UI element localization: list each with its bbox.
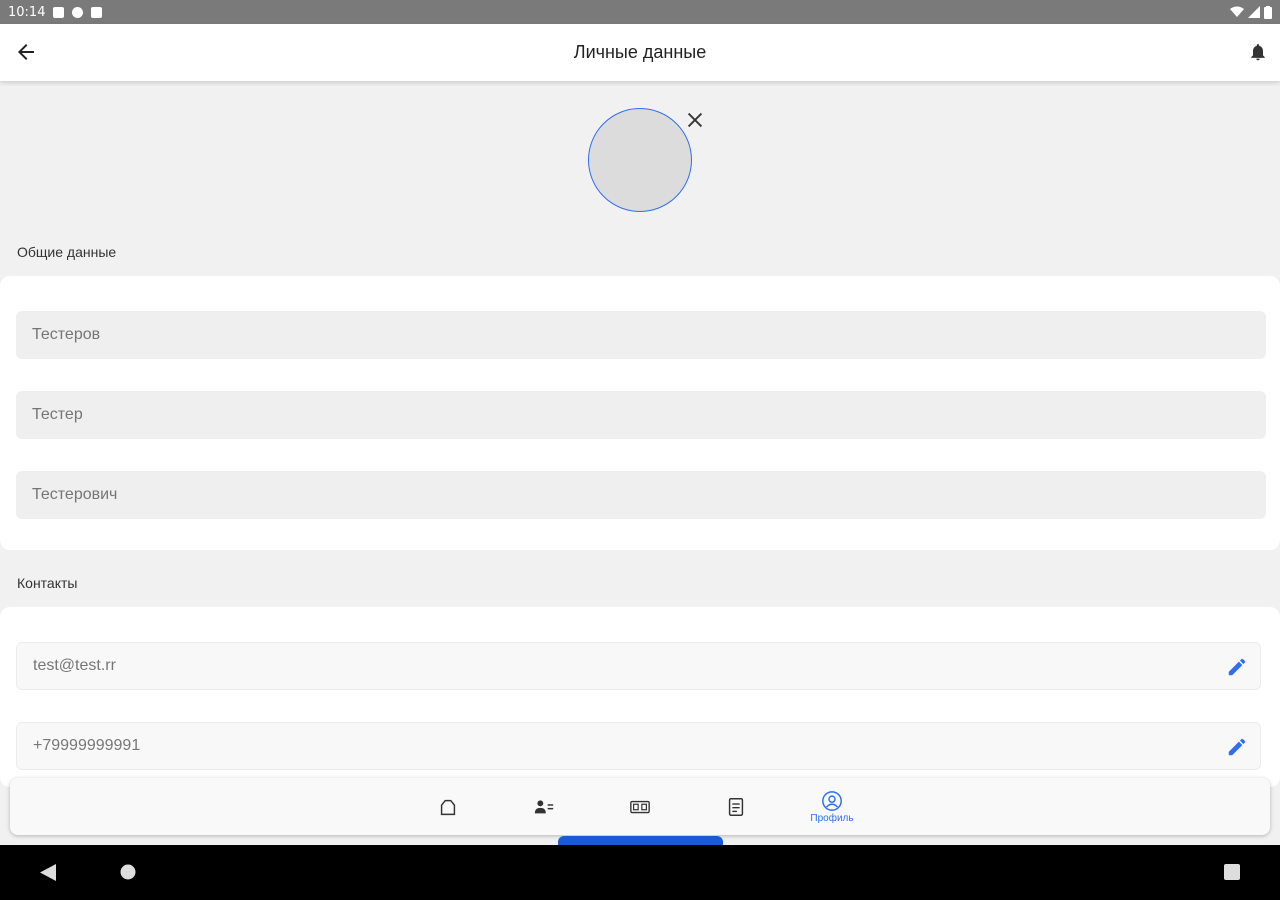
profile-icon <box>822 790 842 811</box>
nav-profile[interactable]: Профиль <box>802 778 862 835</box>
bell-icon[interactable] <box>1248 42 1268 62</box>
nav-tickets[interactable] <box>610 778 670 835</box>
last-name-input[interactable] <box>16 311 1266 359</box>
general-card <box>0 276 1280 550</box>
system-back-icon[interactable] <box>40 864 56 881</box>
bottom-navigation: Профиль <box>10 778 1270 835</box>
email-field[interactable]: test@test.rr <box>16 642 1261 690</box>
system-recents-icon[interactable] <box>1224 864 1240 880</box>
home-icon <box>440 799 456 815</box>
notification-icon <box>53 6 65 18</box>
phone-value: +79999999991 <box>33 737 141 754</box>
nav-contacts[interactable] <box>514 778 574 835</box>
email-value: test@test.rr <box>33 657 116 674</box>
contacts-section-label: Контакты <box>17 575 78 591</box>
status-time: 10:14 <box>8 4 46 20</box>
first-name-input[interactable] <box>16 391 1266 439</box>
sim-icon <box>91 6 103 18</box>
gesture-indicator <box>558 836 723 845</box>
middle-name-input[interactable] <box>16 471 1266 519</box>
general-section-label: Общие данные <box>17 244 117 260</box>
remove-avatar-close-icon[interactable] <box>684 109 706 131</box>
avatar[interactable] <box>588 108 692 212</box>
contacts-card: test@test.rr +79999999991 <box>0 607 1280 787</box>
system-navigation-bar <box>0 845 1280 900</box>
avatar-container <box>588 108 692 212</box>
back-arrow-icon[interactable] <box>14 40 38 64</box>
status-bar: 10:14 <box>0 0 1280 24</box>
edit-email-pencil-icon[interactable] <box>1226 656 1248 678</box>
app-bar: Личные данные <box>0 24 1280 81</box>
nav-home[interactable] <box>418 778 478 835</box>
app-notification-icon <box>72 6 84 18</box>
signal-icon <box>1248 6 1260 18</box>
page-title: Личные данные <box>573 42 707 62</box>
contacts-icon <box>534 799 554 813</box>
document-icon <box>728 797 744 816</box>
nav-profile-label: Профиль <box>810 812 854 824</box>
nav-documents[interactable] <box>706 778 766 835</box>
system-home-icon[interactable] <box>120 864 136 880</box>
edit-phone-pencil-icon[interactable] <box>1226 736 1248 758</box>
battery-icon <box>1264 5 1272 19</box>
ticket-icon <box>630 800 650 813</box>
wifi-icon <box>1230 6 1244 17</box>
phone-field[interactable]: +79999999991 <box>16 722 1261 770</box>
